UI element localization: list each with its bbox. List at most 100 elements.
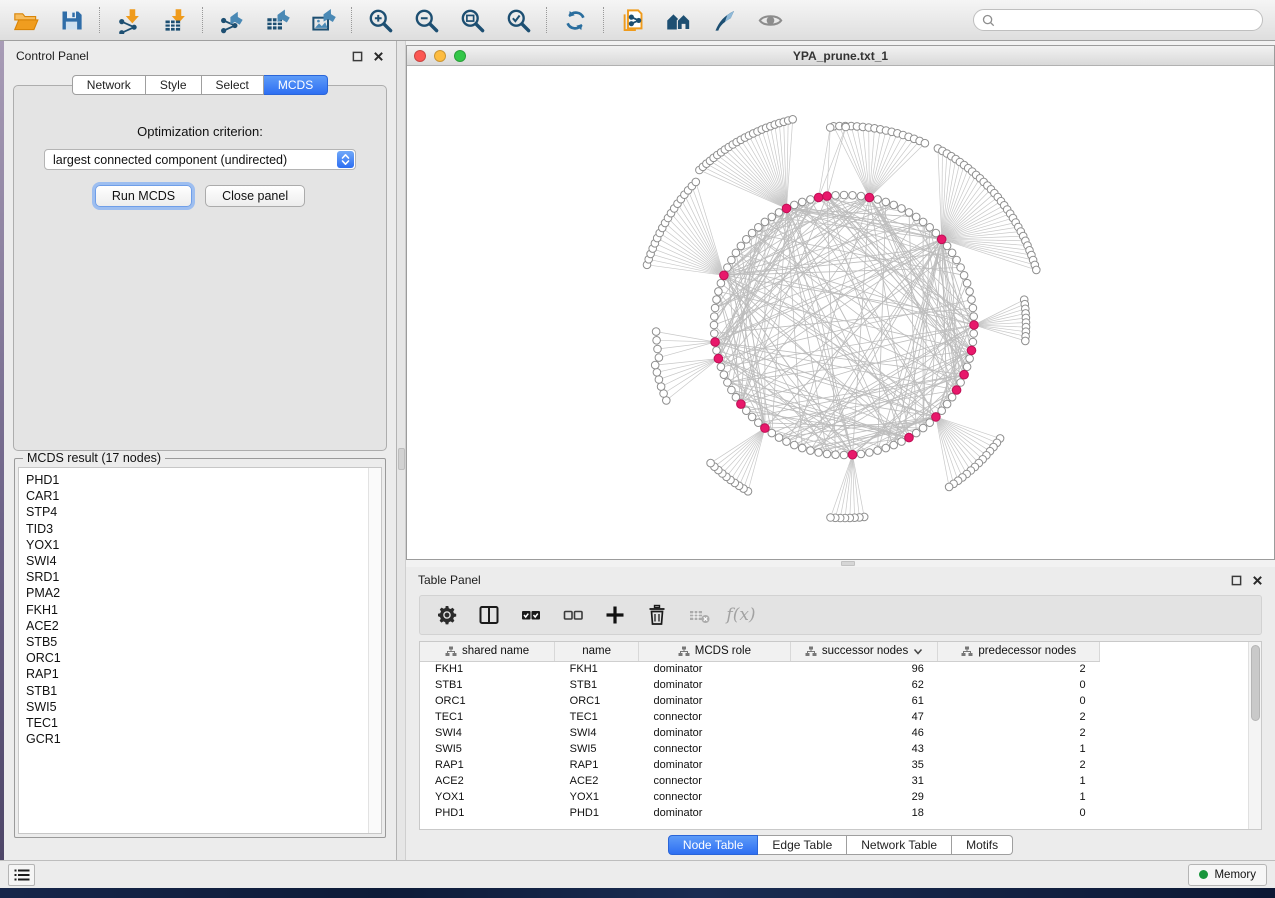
toolbar-button-export-table[interactable] — [262, 5, 292, 35]
column-header-shared-name[interactable]: shared name — [420, 642, 555, 661]
table-panel-float-button[interactable] — [1228, 572, 1244, 588]
table-cell[interactable]: dominator — [639, 693, 791, 709]
table-cell[interactable]: dominator — [639, 805, 791, 821]
table-cell[interactable]: 96 — [790, 661, 938, 677]
table-toolbar-trash-button[interactable] — [644, 602, 670, 628]
table-cell[interactable]: SWI4 — [420, 725, 555, 741]
tab-mcds[interactable]: MCDS — [264, 75, 328, 95]
table-row[interactable]: YOX1YOX1connector291 — [420, 789, 1261, 805]
toolbar-button-open[interactable] — [10, 5, 40, 35]
table-toolbar-table-delete-button[interactable] — [686, 602, 712, 628]
table-row[interactable]: SWI4SWI4dominator462 — [420, 725, 1261, 741]
toolbar-button-clone-network[interactable] — [617, 5, 647, 35]
table-toolbar-gear-button[interactable] — [434, 602, 460, 628]
mcds-result-item[interactable]: STB5 — [26, 634, 381, 650]
mcds-result-item[interactable]: PHD1 — [26, 472, 381, 488]
table-cell[interactable]: TEC1 — [420, 709, 555, 725]
horizontal-splitter[interactable] — [406, 560, 1275, 567]
table-row[interactable]: PHD1PHD1dominator180 — [420, 805, 1261, 821]
table-cell[interactable]: 0 — [938, 805, 1100, 821]
search-input[interactable] — [1000, 13, 1254, 27]
table-cell[interactable]: dominator — [639, 661, 791, 677]
mcds-result-item[interactable]: PMA2 — [26, 585, 381, 601]
table-cell[interactable]: 2 — [938, 725, 1100, 741]
close-panel-button[interactable]: Close panel — [205, 185, 305, 207]
table-cell[interactable]: 62 — [790, 677, 938, 693]
table-toolbar-function-button[interactable]: f(x) — [728, 602, 754, 628]
table-cell[interactable]: dominator — [639, 725, 791, 741]
toolbar-button-visibility[interactable] — [755, 5, 785, 35]
table-cell[interactable]: RAP1 — [420, 757, 555, 773]
table-cell[interactable]: 43 — [790, 741, 938, 757]
mcds-result-item[interactable]: YOX1 — [26, 537, 381, 553]
table-cell[interactable]: 1 — [938, 741, 1100, 757]
leaf-nodes[interactable] — [643, 116, 1040, 522]
table-cell[interactable]: STB1 — [555, 677, 639, 693]
table-row[interactable]: ORC1ORC1dominator610 — [420, 693, 1261, 709]
table-cell[interactable]: SWI4 — [555, 725, 639, 741]
table-cell[interactable]: 31 — [790, 773, 938, 789]
table-cell[interactable]: 0 — [938, 693, 1100, 709]
table-cell[interactable]: dominator — [639, 677, 791, 693]
toolbar-button-import-network[interactable] — [113, 5, 143, 35]
table-cell[interactable]: SWI5 — [420, 741, 555, 757]
table-cell[interactable]: PHD1 — [420, 805, 555, 821]
table-cell[interactable]: RAP1 — [555, 757, 639, 773]
table-cell[interactable]: 2 — [938, 709, 1100, 725]
mcds-result-item[interactable]: SRD1 — [26, 569, 381, 585]
column-header-name[interactable]: name — [555, 642, 639, 661]
toolbar-button-zoom-in[interactable] — [365, 5, 395, 35]
table-toolbar-columns-button[interactable] — [476, 602, 502, 628]
table-cell[interactable]: FKH1 — [555, 661, 639, 677]
table-cell[interactable]: YOX1 — [420, 789, 555, 805]
table-cell[interactable]: STB1 — [420, 677, 555, 693]
table-row[interactable]: STB1STB1dominator620 — [420, 677, 1261, 693]
mcds-result-item[interactable]: CAR1 — [26, 488, 381, 504]
table-row[interactable]: SWI5SWI5connector431 — [420, 741, 1261, 757]
toolbar-button-save[interactable] — [56, 5, 86, 35]
toolbar-button-import-table[interactable] — [159, 5, 189, 35]
splitter-grip[interactable] — [841, 561, 855, 566]
table-cell[interactable]: PHD1 — [555, 805, 639, 821]
table-cell[interactable]: FKH1 — [420, 661, 555, 677]
mcds-result-item[interactable]: FKH1 — [26, 602, 381, 618]
mcds-result-item[interactable]: ACE2 — [26, 618, 381, 634]
run-mcds-button[interactable]: Run MCDS — [95, 185, 192, 207]
table-toolbar-add-button[interactable] — [602, 602, 628, 628]
table-row[interactable]: TEC1TEC1connector472 — [420, 709, 1261, 725]
tab-node-table[interactable]: Node Table — [668, 835, 759, 855]
criterion-dropdown[interactable]: largest connected component (undirected) — [44, 149, 356, 170]
control-panel-float-button[interactable] — [349, 48, 365, 64]
table-cell[interactable]: connector — [639, 709, 791, 725]
tab-motifs[interactable]: Motifs — [952, 835, 1013, 855]
table-panel-close-button[interactable] — [1249, 572, 1265, 588]
table-cell[interactable]: ORC1 — [555, 693, 639, 709]
table-cell[interactable]: 1 — [938, 789, 1100, 805]
network-canvas[interactable] — [407, 66, 1274, 559]
table-cell[interactable]: 1 — [938, 773, 1100, 789]
toolbar-button-refresh[interactable] — [560, 5, 590, 35]
table-cell[interactable]: dominator — [639, 757, 791, 773]
table-scrollbar-thumb[interactable] — [1251, 645, 1260, 721]
table-cell[interactable]: ACE2 — [555, 773, 639, 789]
table-row[interactable]: FKH1FKH1dominator962 — [420, 661, 1261, 677]
mcds-result-item[interactable]: STB1 — [26, 683, 381, 699]
table-cell[interactable]: 46 — [790, 725, 938, 741]
table-cell[interactable]: TEC1 — [555, 709, 639, 725]
mcds-result-item[interactable]: SWI5 — [26, 699, 381, 715]
table-cell[interactable]: 29 — [790, 789, 938, 805]
mcds-result-item[interactable]: GCR1 — [26, 731, 381, 747]
mcds-result-item[interactable]: ORC1 — [26, 650, 381, 666]
memory-button[interactable]: Memory — [1188, 864, 1267, 886]
tab-network[interactable]: Network — [72, 75, 146, 95]
column-header-MCDS-role[interactable]: MCDS role — [639, 642, 791, 661]
mcds-result-item[interactable]: SWI4 — [26, 553, 381, 569]
table-cell[interactable]: SWI5 — [555, 741, 639, 757]
table-cell[interactable]: 2 — [938, 661, 1100, 677]
table-cell[interactable]: connector — [639, 789, 791, 805]
tab-select[interactable]: Select — [202, 75, 264, 95]
toolbar-button-zoom-fit[interactable] — [457, 5, 487, 35]
table-cell[interactable]: 0 — [938, 677, 1100, 693]
mcds-result-item[interactable]: TID3 — [26, 521, 381, 537]
column-header-successor-nodes[interactable]: successor nodes — [790, 642, 938, 661]
